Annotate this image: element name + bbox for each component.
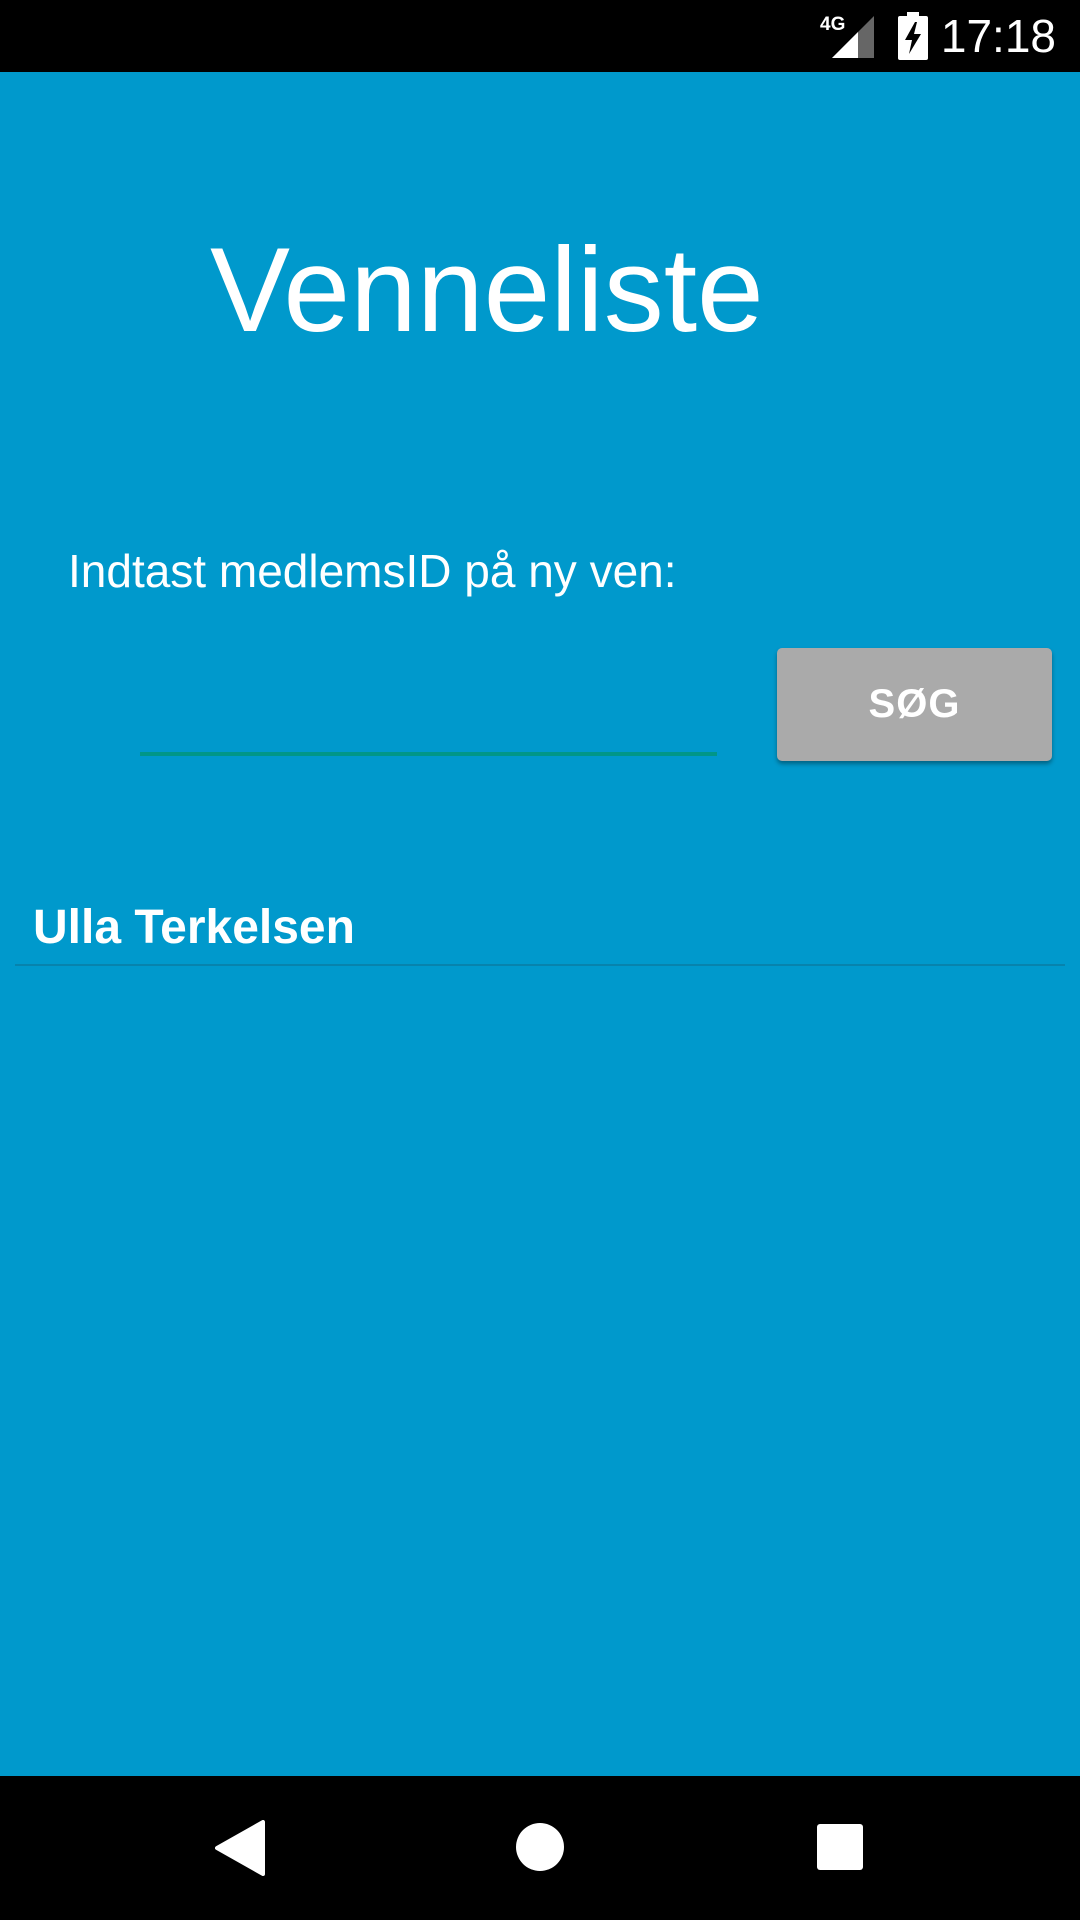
member-id-prompt: Indtast medlemsID på ny ven: xyxy=(68,545,677,597)
status-time: 17:18 xyxy=(940,10,1056,62)
page-title: Venneliste xyxy=(210,223,764,357)
back-icon[interactable] xyxy=(215,1820,265,1876)
search-button[interactable]: SØG xyxy=(777,648,1052,761)
friend-list: Ulla Terkelsen xyxy=(15,880,1065,966)
signal-icon: 4G xyxy=(820,14,874,58)
app-screen: 4G 17:18 Venneliste Indtast medlemsID på… xyxy=(0,0,1080,1920)
list-item[interactable]: Ulla Terkelsen xyxy=(15,880,1065,966)
network-type-label: 4G xyxy=(820,14,845,35)
navigation-bar xyxy=(0,1776,1080,1920)
friend-name: Ulla Terkelsen xyxy=(33,901,355,954)
home-icon[interactable] xyxy=(515,1822,565,1872)
status-bar: 4G 17:18 xyxy=(0,0,1080,72)
member-id-input[interactable] xyxy=(140,650,717,756)
recents-icon[interactable] xyxy=(817,1824,863,1870)
battery-charging-icon xyxy=(898,12,928,60)
